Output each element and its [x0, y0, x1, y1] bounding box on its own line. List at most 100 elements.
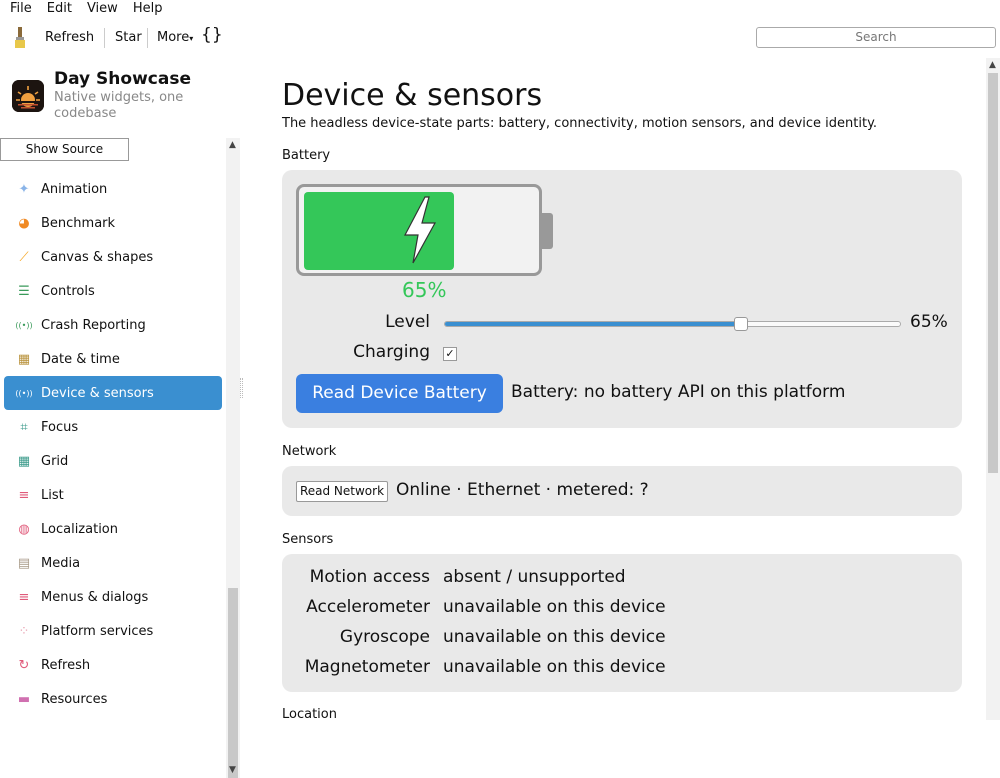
slider-knob[interactable]: [734, 317, 748, 331]
battery-card: 65% Level 65% Charging ✓ Read Device Bat…: [282, 170, 962, 428]
toolbar-separator: [104, 28, 105, 48]
sidebar-item-label: Device & sensors: [41, 385, 154, 401]
lightning-bolt-icon: [399, 195, 439, 269]
sidebar-item-list[interactable]: ≡ List: [4, 478, 222, 512]
app-subtitle: Native widgets, one codebase: [54, 90, 184, 121]
braces-button[interactable]: {}: [201, 27, 223, 44]
dots-icon: ⁘: [18, 623, 30, 639]
slider-fill: [445, 322, 741, 326]
sidebar-item-benchmark[interactable]: ◕ Benchmark: [4, 206, 222, 240]
sidebar-item-label: Resources: [41, 691, 108, 707]
toolbar-separator: [147, 28, 148, 48]
sidebar-nav: ✦ Animation ◕ Benchmark ⟋ Canvas & shapes ☰ Con…: [4, 172, 222, 716]
sidebar-item-focus[interactable]: ⌗ Focus: [4, 410, 222, 444]
main-content: Device & sensors The headless device-sta…: [282, 58, 962, 722]
sidebar-item-localization[interactable]: ◍ Localization: [4, 512, 222, 546]
menu-edit[interactable]: Edit: [37, 0, 77, 18]
sidebar-item-label: List: [41, 487, 64, 503]
level-slider[interactable]: [444, 317, 901, 331]
sidebar-item-menus-dialogs[interactable]: ≡ Menus & dialogs: [4, 580, 222, 614]
read-network-button[interactable]: Read Network: [296, 481, 388, 502]
main-scroll-thumb[interactable]: [988, 73, 998, 473]
sidebar-item-platform-services[interactable]: ⁘ Platform services: [4, 614, 222, 648]
menu-view[interactable]: View: [77, 0, 123, 18]
pane-splitter[interactable]: [240, 378, 243, 398]
grid-icon: ▦: [17, 453, 31, 469]
sparkle-icon: ✦: [18, 181, 30, 197]
list-icon: ≡: [18, 487, 30, 503]
sensor-label: Magnetometer: [304, 657, 430, 677]
refresh-button[interactable]: Refresh: [45, 30, 94, 46]
film-icon: ▤: [17, 555, 31, 571]
scroll-up-icon[interactable]: ▲: [989, 60, 996, 70]
sidebar-item-crash-reporting[interactable]: ((•)) Crash Reporting: [4, 308, 222, 342]
sidebar-scroll-thumb[interactable]: [228, 588, 238, 778]
sidebar-item-label: Canvas & shapes: [41, 249, 154, 265]
more-label: More: [157, 30, 190, 45]
sidebar-item-device-sensors[interactable]: ((•)) Device & sensors: [4, 376, 222, 410]
gauge-icon: ◕: [18, 215, 30, 231]
sidebar-item-grid[interactable]: ▦ Grid: [4, 444, 222, 478]
battery-percent: 65%: [402, 278, 447, 302]
scroll-up-icon[interactable]: ▲: [229, 140, 236, 150]
sidebar: Day Showcase Native widgets, one codebas…: [0, 58, 242, 778]
app-title: Day Showcase: [54, 69, 191, 89]
sensor-value: unavailable on this device: [443, 627, 666, 647]
sidebar-item-label: Localization: [41, 521, 118, 537]
sensors-section-label: Sensors: [282, 532, 334, 547]
battery-status: Battery: no battery API on this platform: [511, 382, 846, 402]
page-description: The headless device-state parts: battery…: [282, 116, 878, 131]
sidebar-item-label: Platform services: [41, 623, 154, 639]
brush-icon[interactable]: [11, 26, 29, 50]
folder-icon: ▬: [17, 691, 31, 707]
app-logo-icon: [12, 80, 44, 112]
sensors-card: Motion access absent / unsupported Acceler…: [282, 554, 962, 692]
globe-icon: ◍: [18, 521, 30, 537]
more-button[interactable]: More▾: [157, 30, 193, 47]
battery-terminal: [541, 213, 553, 249]
star-button[interactable]: Star: [115, 30, 142, 46]
sliders-icon: ☰: [18, 283, 30, 299]
sidebar-item-label: Media: [41, 555, 81, 571]
charging-label: Charging: [353, 342, 430, 362]
show-source-button[interactable]: Show Source: [0, 138, 129, 161]
sidebar-scrollbar[interactable]: ▲ ▼: [226, 138, 240, 778]
sidebar-item-media[interactable]: ▤ Media: [4, 546, 222, 580]
sensor-label: Accelerometer: [306, 597, 430, 617]
level-value: 65%: [910, 312, 948, 332]
brush-icon: ⟋: [19, 249, 29, 265]
read-battery-button[interactable]: Read Device Battery: [296, 374, 503, 413]
sidebar-item-label: Animation: [41, 181, 108, 197]
sidebar-item-label: Date & time: [41, 351, 120, 367]
level-label: Level: [385, 312, 430, 332]
sidebar-item-canvas-shapes[interactable]: ⟋ Canvas & shapes: [4, 240, 222, 274]
sidebar-item-resources[interactable]: ▬ Resources: [4, 682, 222, 716]
toolbar: Refresh Star More▾ {} Search: [0, 18, 1000, 58]
sensor-label: Motion access: [309, 567, 430, 587]
network-section-label: Network: [282, 444, 337, 459]
menu-file[interactable]: File: [0, 0, 37, 18]
checkmark-icon: ✓: [445, 347, 455, 360]
sidebar-item-refresh[interactable]: ↻ Refresh: [4, 648, 222, 682]
sidebar-item-label: Grid: [41, 453, 69, 469]
search-input[interactable]: Search: [756, 27, 996, 48]
network-status: Online · Ethernet · metered: ?: [396, 480, 649, 500]
sensor-value: absent / unsupported: [443, 567, 626, 587]
battery-gauge: [296, 184, 553, 276]
main-scrollbar[interactable]: ▲: [986, 58, 1000, 720]
sidebar-item-label: Focus: [41, 419, 79, 435]
chevron-down-icon: ▾: [189, 34, 194, 43]
sidebar-item-controls[interactable]: ☰ Controls: [4, 274, 222, 308]
broadcast-icon: ((•)): [15, 388, 33, 398]
sidebar-item-label: Crash Reporting: [41, 317, 146, 333]
menu-bar: File Edit View Help: [0, 0, 1000, 18]
sidebar-item-label: Controls: [41, 283, 95, 299]
sidebar-item-date-time[interactable]: ▦ Date & time: [4, 342, 222, 376]
sensor-value: unavailable on this device: [443, 657, 666, 677]
menu-icon: ≡: [18, 589, 30, 605]
charging-checkbox[interactable]: ✓: [443, 347, 457, 361]
scroll-down-icon[interactable]: ▼: [229, 765, 236, 775]
menu-help[interactable]: Help: [123, 0, 168, 18]
sensor-label: Gyroscope: [339, 627, 430, 647]
sidebar-item-animation[interactable]: ✦ Animation: [4, 172, 222, 206]
